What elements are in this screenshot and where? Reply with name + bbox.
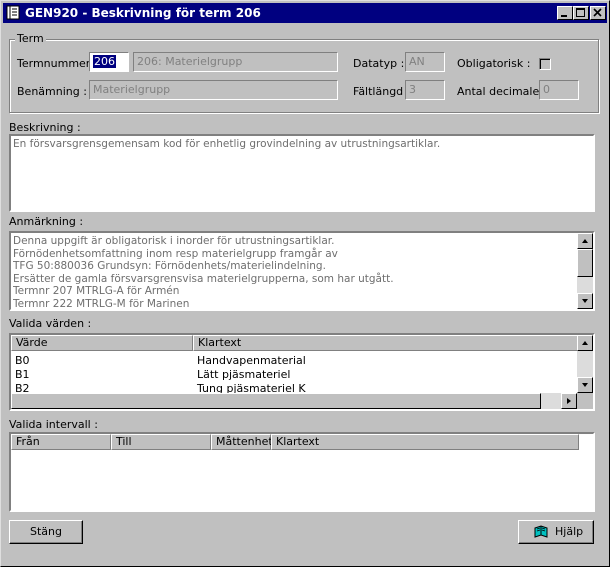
column-header-varde[interactable]: Värde: [11, 335, 193, 351]
termnummer-field[interactable]: 206: [89, 52, 129, 72]
hjalp-label: Hjälp: [555, 525, 584, 538]
arrow-down-icon: [582, 383, 588, 387]
anmarkning-line: Denna uppgift är obligatorisk i inorder …: [13, 235, 335, 247]
hscroll-thumb[interactable]: [11, 393, 541, 409]
term-groupbox: [9, 39, 599, 113]
title-bar[interactable]: GEN920 - Beskrivning för term 206: [3, 3, 607, 23]
arrow-down-icon: [582, 299, 588, 303]
column-header-klartext[interactable]: Klartext: [193, 335, 579, 351]
varden-vscrollbar[interactable]: [577, 335, 593, 393]
anmarkning-line: Termnr 222 MTRLG-M för Marinen: [13, 297, 190, 310]
close-button[interactable]: [590, 6, 606, 20]
hjalp-button[interactable]: Hjälp: [518, 520, 594, 544]
benamning-field: Materielgrupp: [89, 80, 338, 100]
beskrivning-textarea[interactable]: En försvarsgrensgemensam kod för enhetli…: [9, 134, 595, 212]
termnummer-label: Termnummer :: [17, 57, 98, 70]
maximize-icon: [576, 8, 585, 17]
arrow-up-icon: [582, 239, 588, 243]
app-book-icon: [6, 5, 20, 20]
help-book-icon: [534, 525, 548, 538]
scroll-right-button[interactable]: [561, 393, 577, 409]
valida-intervall-label: Valida intervall :: [9, 418, 98, 431]
term-group-legend: Term: [15, 32, 46, 45]
dialog-window: GEN920 - Beskrivning för term 206 Term T…: [0, 0, 610, 567]
row-varde[interactable]: B1: [15, 368, 30, 381]
anmarkning-label: Anmärkning :: [9, 215, 84, 228]
valida-intervall-list[interactable]: Från Till Måttenhet Klartext: [9, 432, 595, 512]
obligatorisk-checkbox[interactable]: [539, 58, 551, 70]
benamning-label: Benämning :: [17, 85, 87, 98]
stang-button[interactable]: Stäng: [9, 520, 83, 544]
column-header-till[interactable]: Till: [111, 434, 211, 450]
beskrivning-label: Beskrivning :: [9, 121, 81, 134]
scroll-thumb[interactable]: [577, 249, 593, 277]
anmarkning-line: Ersätter de gamla försvarsgrensvisa mate…: [13, 272, 394, 285]
anmarkning-textarea[interactable]: Denna uppgift är obligatorisk i inorder …: [9, 231, 595, 311]
antal-decimaler-field: 0: [539, 80, 579, 100]
anmarkning-line: Förnödenhetsomfattning inom resp materie…: [13, 247, 338, 260]
datatyp-field: AN: [405, 52, 445, 72]
row-varde[interactable]: B0: [15, 354, 30, 367]
scroll-down-button[interactable]: [577, 293, 593, 309]
valida-varden-label: Valida värden :: [9, 317, 92, 330]
scroll-up-button[interactable]: [577, 335, 593, 351]
anmarkning-scrollbar[interactable]: [577, 233, 593, 309]
scroll-down-button[interactable]: [577, 377, 593, 393]
arrow-up-icon: [582, 341, 588, 345]
arrow-right-icon: [567, 398, 571, 404]
beskrivning-text: En försvarsgrensgemensam kod för enhetli…: [13, 138, 441, 150]
datatyp-label: Datatyp :: [353, 57, 405, 70]
minimize-button[interactable]: [557, 6, 573, 20]
anmarkning-text: Denna uppgift är obligatorisk i inorder …: [13, 235, 394, 310]
obligatorisk-label: Obligatorisk :: [457, 57, 531, 70]
row-klartext[interactable]: Lätt pjäsmateriel: [197, 368, 290, 381]
column-header-klartext[interactable]: Klartext: [271, 434, 579, 450]
faltlangd-label: Fältlängd :: [353, 85, 411, 98]
column-header-fran[interactable]: Från: [11, 434, 111, 450]
scroll-up-button[interactable]: [577, 233, 593, 249]
maximize-button[interactable]: [573, 6, 589, 20]
window-title: GEN920 - Beskrivning för term 206: [25, 6, 261, 20]
varden-hscrollbar[interactable]: [11, 393, 577, 409]
faltlangd-field: 3: [405, 80, 445, 100]
minimize-icon: [561, 15, 567, 17]
scroll-corner: [577, 393, 593, 409]
valida-varden-list[interactable]: Värde Klartext B0 Handvapenmaterial B1 L…: [9, 333, 595, 411]
anmarkning-line: TFG 50:880036 Grundsyn: Förnödenhets/mat…: [13, 260, 326, 272]
row-klartext[interactable]: Handvapenmaterial: [197, 354, 306, 367]
column-header-mattenhet[interactable]: Måttenhet: [211, 434, 273, 450]
close-icon: [593, 8, 602, 17]
anmarkning-line: Termnr 207 MTRLG-A för Armén: [13, 285, 180, 297]
term-name-field: 206: Materielgrupp: [133, 52, 338, 72]
antal-decimaler-label: Antal decimaler :: [457, 85, 551, 98]
